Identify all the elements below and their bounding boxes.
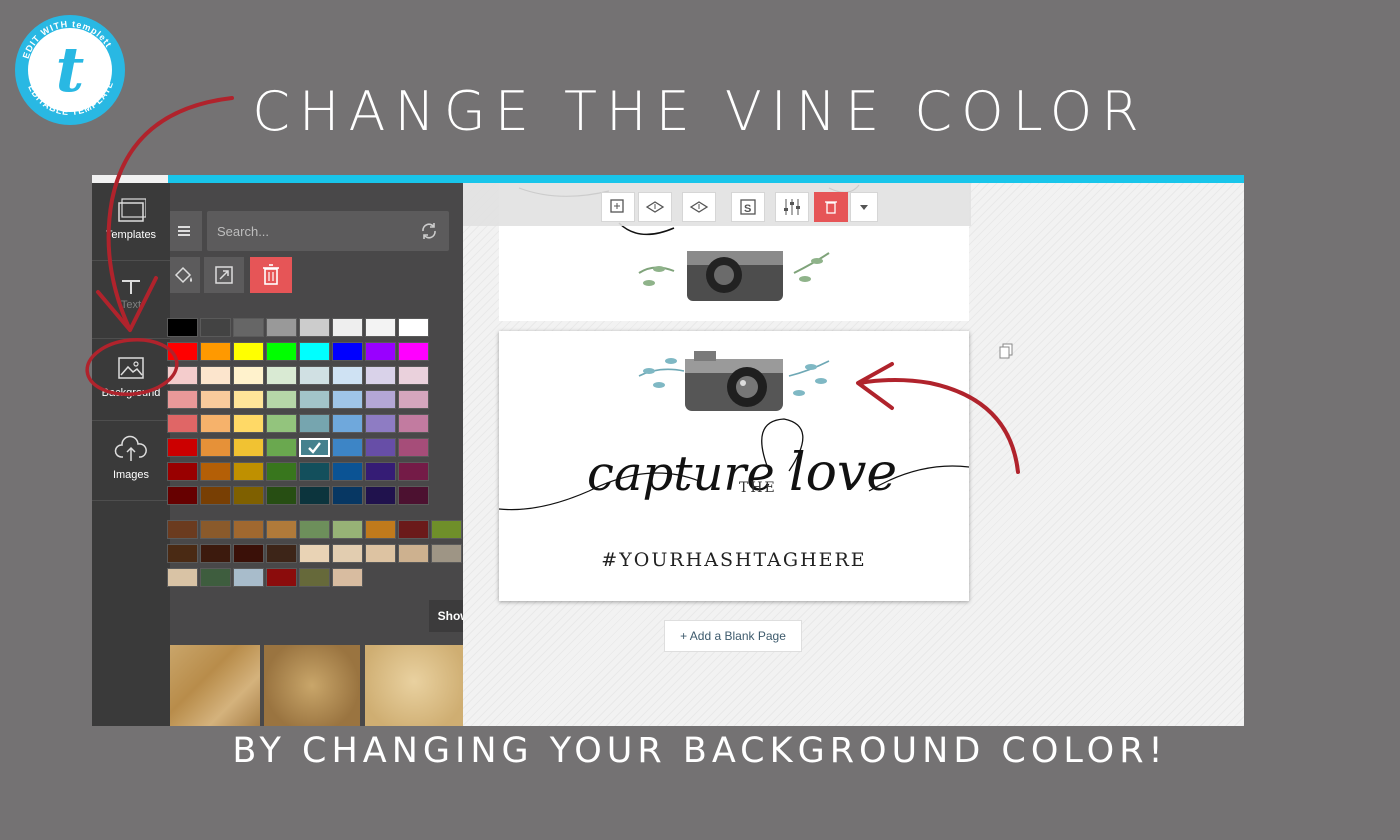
pointer-arrow-right bbox=[858, 378, 1020, 474]
arrowhead-right bbox=[856, 362, 894, 410]
highlight-circle bbox=[85, 337, 179, 397]
annotation-overlay bbox=[85, 96, 1020, 474]
pointer-arrow-left bbox=[106, 96, 234, 332]
